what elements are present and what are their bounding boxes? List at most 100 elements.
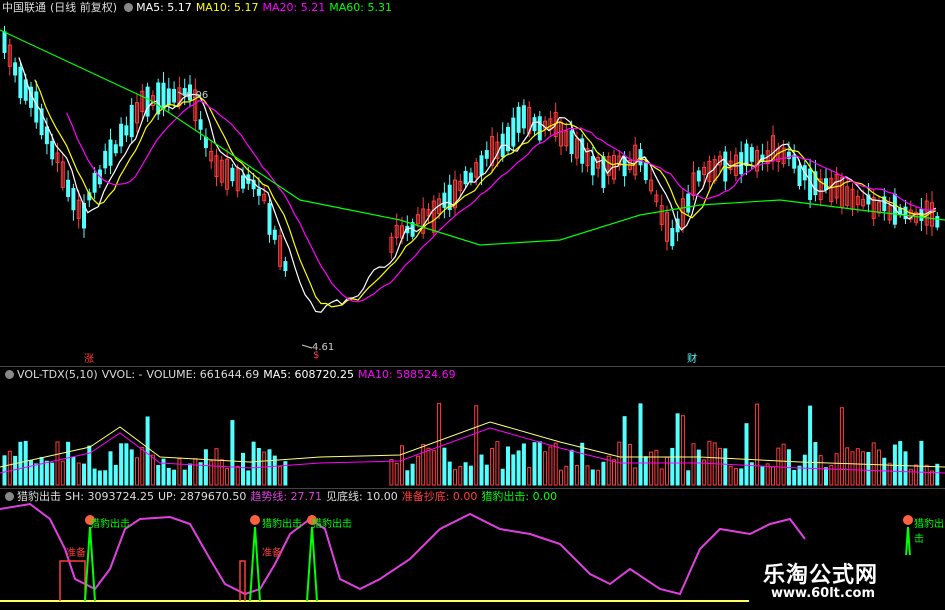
volume-bar	[516, 450, 521, 486]
volume-pane[interactable]: VOL-TDX(5,10) VVOL: - VOLUME: 661644.69 MA5…	[0, 366, 945, 489]
volume-bar	[172, 469, 177, 486]
strike-value: 猎豹出击: 0.00	[481, 490, 558, 503]
volume-bar	[935, 463, 940, 486]
candle-body	[537, 116, 542, 141]
candle-body	[283, 261, 288, 272]
event-tag-2[interactable]: $	[313, 350, 319, 361]
volume-bar	[686, 470, 691, 486]
volume-bar	[877, 449, 881, 486]
volume-bar	[113, 464, 118, 486]
volume-bar	[145, 416, 150, 486]
bottom-line-value: 见底线: 10.00	[326, 490, 398, 503]
volume-bar	[447, 461, 452, 486]
volume-bar	[564, 465, 569, 486]
event-tag-1[interactable]: 涨	[84, 350, 94, 365]
indicator-name[interactable]: 猎豹出击	[17, 490, 61, 503]
volume-bar	[214, 448, 219, 486]
volume-bar	[627, 443, 632, 486]
volume-bar	[453, 469, 457, 486]
candle-body	[34, 91, 39, 123]
settings-icon[interactable]	[5, 492, 14, 501]
volume-bar	[29, 459, 33, 486]
candlestick-chart[interactable]	[0, 0, 945, 366]
volume-bar	[638, 403, 643, 486]
volume-bar	[797, 465, 802, 486]
volume-bar	[861, 451, 866, 486]
volume-bar	[813, 442, 818, 486]
volume-bar	[818, 455, 823, 486]
candle-body	[166, 88, 171, 105]
candle-body	[670, 228, 675, 247]
candle-body	[792, 154, 797, 169]
price-chart-pane[interactable]: 中国联通 (日线 前复权) MA5: 5.17 MA10: 5.17 MA20: 5.2…	[0, 0, 945, 366]
candle-body	[686, 193, 691, 213]
volume-bar	[140, 447, 145, 486]
volume-bar	[188, 463, 192, 486]
low-arrow	[301, 344, 313, 349]
volume-bar	[654, 449, 659, 486]
period-label[interactable]: (日线 前复权)	[50, 1, 117, 14]
candle-body	[156, 82, 161, 115]
volume-bar	[129, 449, 134, 486]
volume-bar	[871, 442, 876, 486]
vol-indicator-name[interactable]: VOL-TDX(5,10)	[17, 368, 98, 381]
volume-bar	[193, 458, 198, 486]
candle-body	[749, 147, 754, 162]
candle-body	[532, 117, 537, 132]
strike-signal-label: 猎豹出击	[312, 519, 352, 530]
volume-bar	[92, 468, 97, 486]
strike-signal-label: 猎豹出击	[262, 519, 302, 530]
volume-bar	[437, 402, 442, 486]
settings-icon[interactable]	[5, 370, 14, 379]
volume-bar	[696, 449, 701, 486]
volume-bar	[119, 443, 124, 486]
high-price-mark: 6.06	[186, 90, 209, 101]
indicator-legend: 猎豹出击 SH: 3093724.25 UP: 2879670.50 趋势线: 27.…	[2, 490, 561, 503]
volume-bar	[553, 442, 558, 486]
volume-bar	[887, 462, 892, 486]
candle-body	[203, 136, 208, 148]
stock-name[interactable]: 中国联通	[2, 1, 46, 14]
volume-bar	[792, 469, 797, 486]
volume-bar	[601, 461, 606, 486]
strike-signal-label: 猎豹出击	[914, 519, 944, 545]
ready-signal	[59, 560, 86, 601]
candle-body	[696, 170, 701, 182]
volume-bar	[108, 451, 113, 486]
ready-value: 准备抄底: 0.00	[401, 490, 478, 503]
volume-legend: VOL-TDX(5,10) VVOL: - VOLUME: 661644.69 MA5…	[2, 368, 460, 381]
settings-icon[interactable]	[124, 3, 134, 12]
ready-signal-label: 准备	[66, 548, 86, 559]
candle-body	[256, 188, 261, 196]
volume-bar	[532, 442, 537, 486]
candle-body	[744, 143, 749, 167]
volume-bar	[569, 449, 574, 486]
candle-body	[484, 150, 489, 159]
up-value: UP: 2879670.50	[157, 490, 247, 503]
volume-bar	[60, 460, 65, 486]
volume-bar	[670, 447, 675, 486]
candle-body	[935, 216, 940, 228]
ma20-legend: MA20: 5.21	[262, 1, 326, 14]
volume-bar	[474, 405, 479, 486]
volume-bar	[203, 449, 208, 486]
volume-bar	[537, 441, 542, 486]
volume-bar	[44, 460, 49, 486]
volume-bar	[659, 468, 664, 486]
volume-bar	[389, 459, 394, 486]
volume-bar	[431, 450, 436, 486]
volume-bar	[643, 456, 648, 486]
volume-bar	[55, 441, 60, 486]
candle-body	[638, 149, 643, 166]
watermark-title: 乐淘公式网	[763, 562, 879, 588]
event-tag-3[interactable]: 财	[687, 350, 697, 365]
volume-bar	[723, 448, 728, 486]
volume-bar	[506, 446, 510, 486]
volume-bar	[39, 456, 44, 486]
volume-chart[interactable]	[0, 367, 945, 489]
candle-body	[145, 86, 150, 117]
candle-body	[161, 82, 166, 109]
volume-bar	[156, 464, 161, 486]
volume-bar	[580, 442, 585, 486]
volume-bar	[633, 467, 638, 486]
